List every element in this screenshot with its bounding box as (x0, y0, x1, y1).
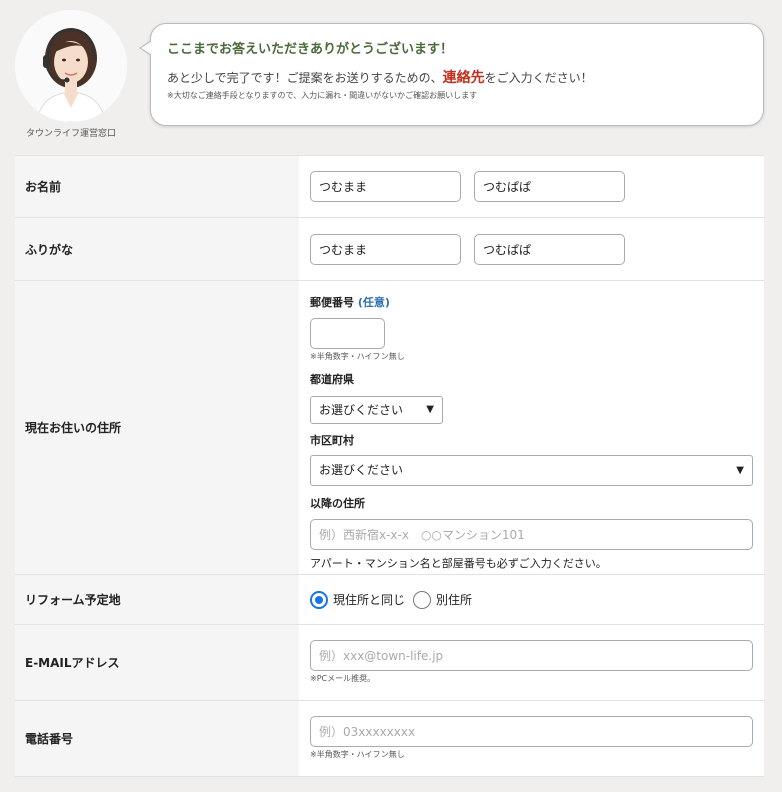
phone-inputs: ※半角数字・ハイフン無し (299, 701, 764, 776)
email-label: E-MAILアドレス (15, 625, 299, 700)
radio-other-icon[interactable] (413, 590, 432, 609)
phone-hint: ※半角数字・ハイフン無し (310, 750, 405, 759)
city-select[interactable]: お選びください ▼ (310, 455, 753, 486)
email-input[interactable] (310, 640, 753, 671)
address-label: 現在お住いの住所 (15, 281, 299, 574)
postal-hint: ※半角数字・ハイフン無し (310, 352, 405, 361)
email-row: E-MAILアドレス ※PCメール推奨。 (15, 625, 764, 701)
speech-bubble: ここまでお答えいただきありがとうございます！ あと少しで完了です！ご提案をお送り… (139, 23, 764, 126)
radio-same-address[interactable]: 現住所と同じ (310, 590, 406, 609)
chevron-down-icon: ▼ (736, 465, 744, 476)
message-highlight: 連絡先 (442, 70, 485, 86)
reform-options: 現住所と同じ 別住所 (299, 575, 764, 624)
name-row: お名前 (15, 156, 764, 218)
bubble-tail-inner (141, 41, 152, 55)
phone-input[interactable] (310, 716, 753, 747)
bubble-note: ※大切なご連絡手段となりますので、入力に漏れ・間違いがないかご確認お願いします (167, 91, 478, 100)
message-after: をご入力ください！ (484, 71, 593, 85)
avatar-caption: タウンライフ運営窓口 (25, 129, 116, 139)
city-selected: お選びください (319, 463, 404, 477)
prefecture-select[interactable]: お選びください ▼ (310, 396, 443, 424)
address-inputs: 郵便番号 (任意) ※半角数字・ハイフン無し 都道府県 お選びください ▼ 市区… (299, 281, 764, 574)
chevron-down-icon: ▼ (426, 404, 434, 415)
last-name-input[interactable] (310, 171, 461, 202)
postal-label: 郵便番号 (任意) (310, 294, 753, 310)
street-address-input[interactable] (310, 519, 753, 550)
radio-other-label: 別住所 (436, 593, 473, 607)
street-label: 以降の住所 (310, 497, 365, 510)
postal-code-input[interactable] (310, 318, 385, 349)
radio-same-label: 現住所と同じ (333, 593, 406, 607)
reform-label: リフォーム予定地 (15, 575, 299, 624)
prefecture-label: 都道府県 (310, 373, 354, 386)
name-label: お名前 (15, 156, 299, 217)
phone-label: 電話番号 (15, 701, 299, 776)
email-hint: ※PCメール推奨。 (310, 674, 376, 683)
contact-form: お名前 ふりがな 現在お住いの住所 郵便番号 (任意) ※半角数字・ハイフン無し (15, 155, 764, 777)
address-row: 現在お住いの住所 郵便番号 (任意) ※半角数字・ハイフン無し 都道府県 お選び… (15, 281, 764, 575)
operator-avatar (15, 10, 127, 122)
furigana-label: ふりがな (15, 218, 299, 280)
furigana-inputs (299, 218, 764, 280)
first-name-input[interactable] (474, 171, 625, 202)
operator-photo-icon (15, 10, 127, 122)
postal-optional: (任意) (357, 296, 390, 309)
last-furigana-input[interactable] (310, 233, 461, 265)
name-inputs (299, 156, 764, 217)
message-before: あと少しで完了です！ご提案をお送りするための、 (167, 71, 443, 85)
radio-other-address[interactable]: 別住所 (413, 590, 473, 609)
radio-same-icon[interactable] (310, 590, 328, 609)
prefecture-selected: お選びください (319, 403, 404, 417)
bubble-title: ここまでお答えいただきありがとうございます！ (167, 42, 454, 57)
bubble-message: あと少しで完了です！ご提案をお送りするための、連絡先をご入力ください！ (167, 67, 593, 87)
street-note: アパート・マンション名と部屋番号も必ずご入力ください。 (310, 557, 607, 570)
header: タウンライフ運営窓口 ここまでお答えいただきありがとうございます！ あと少しで完… (0, 0, 782, 150)
email-inputs: ※PCメール推奨。 (299, 625, 764, 700)
city-label: 市区町村 (310, 434, 354, 447)
furigana-row: ふりがな (15, 218, 764, 281)
phone-row: 電話番号 ※半角数字・ハイフン無し (15, 701, 764, 777)
postal-label-text: 郵便番号 (310, 296, 354, 309)
reform-row: リフォーム予定地 現住所と同じ 別住所 (15, 575, 764, 625)
first-furigana-input[interactable] (474, 233, 625, 265)
